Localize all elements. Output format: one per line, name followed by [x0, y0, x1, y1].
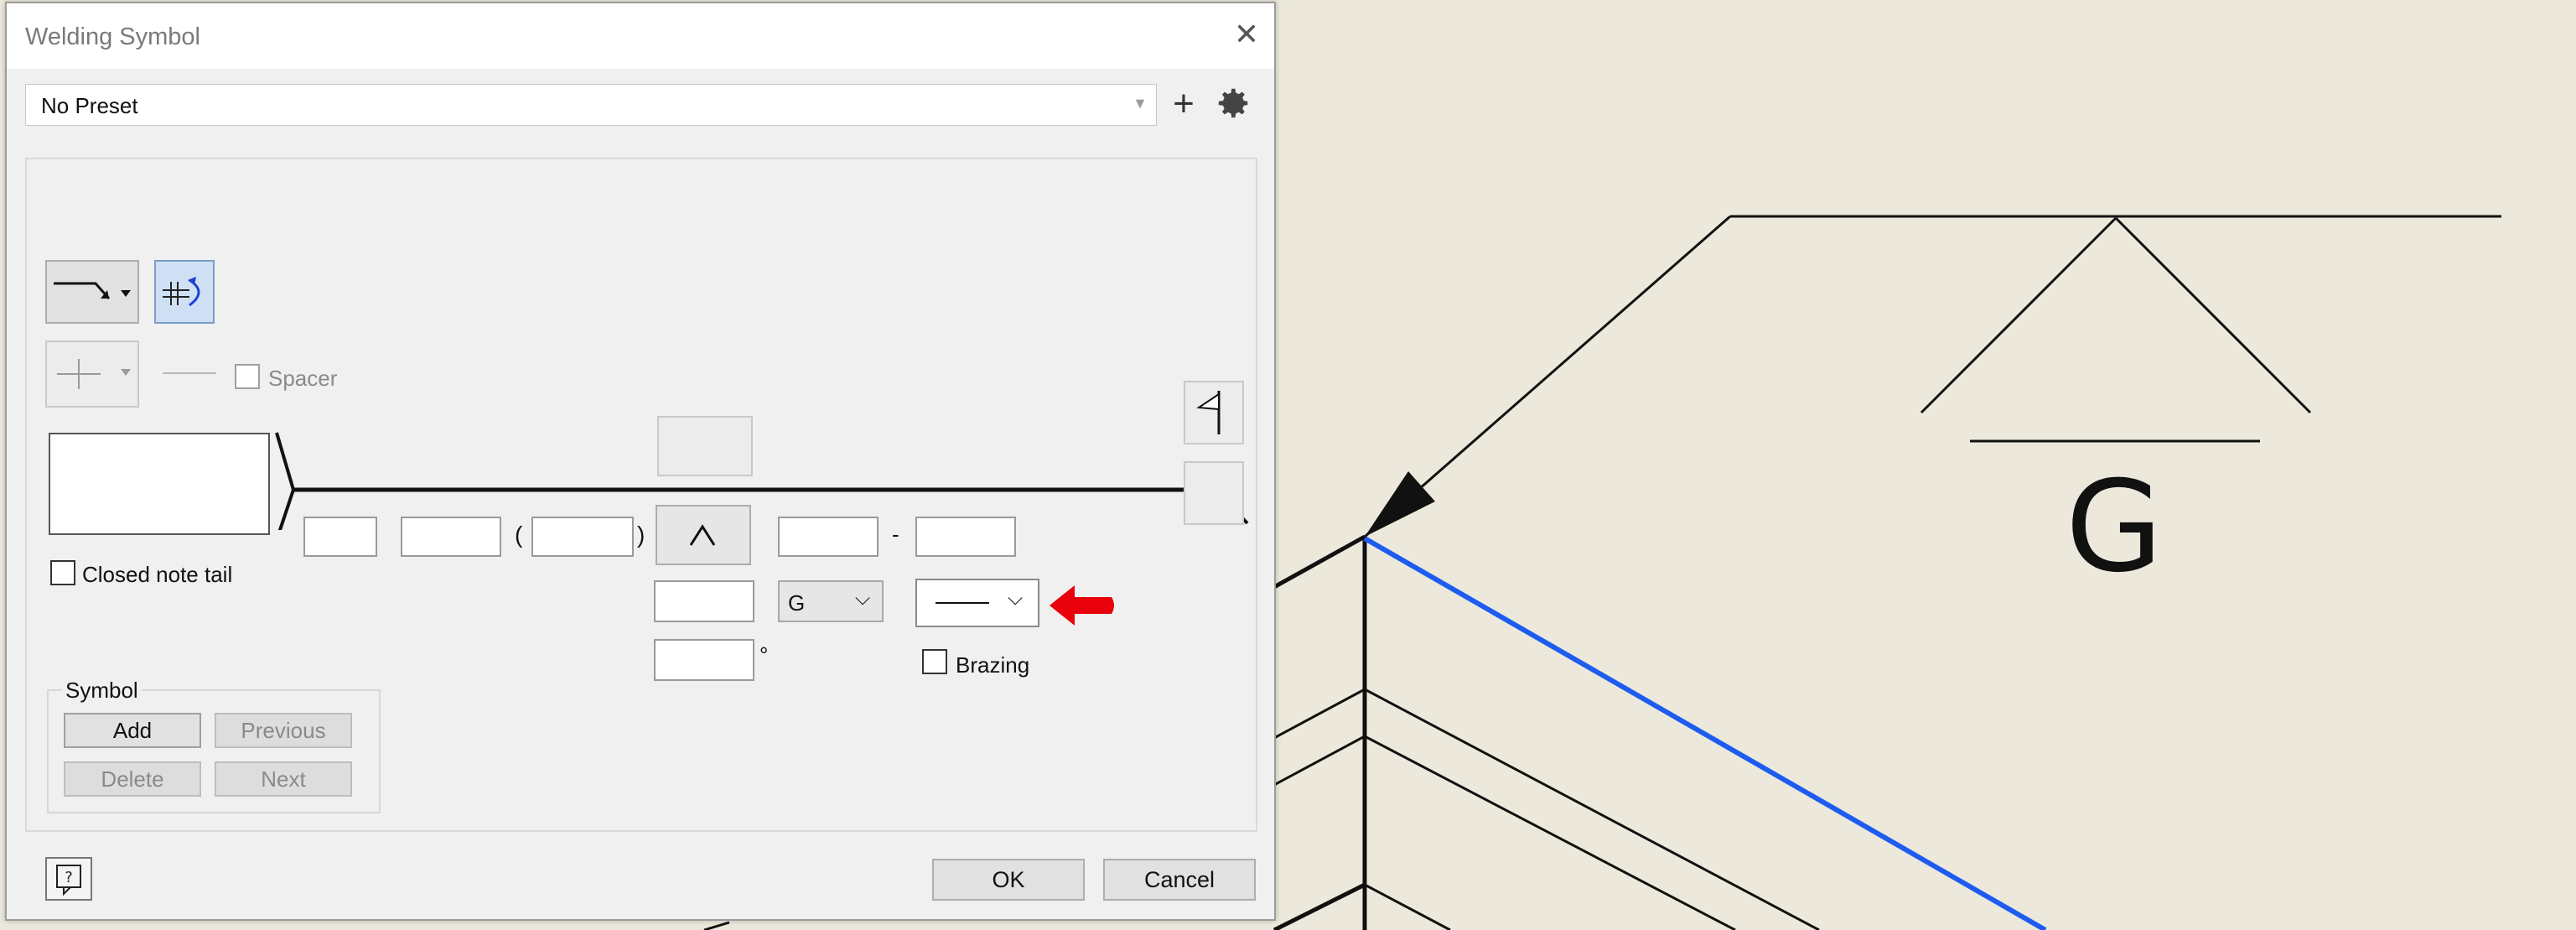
size-field[interactable] — [401, 517, 501, 557]
help-icon: ? — [56, 865, 81, 896]
contour-symbol-combo[interactable]: ⌵ — [915, 579, 1039, 627]
chevron-down-icon: ▼ — [1133, 95, 1148, 112]
next-button[interactable]: Next — [215, 761, 352, 797]
paren-open: ( — [515, 522, 523, 548]
other-side-symbol-slot[interactable] — [657, 416, 753, 476]
flag-icon — [1196, 391, 1221, 434]
note-textbox[interactable] — [49, 433, 270, 535]
length-pitch-dash: - — [892, 522, 899, 547]
weld-symbol-button[interactable] — [656, 505, 751, 565]
cancel-button[interactable]: Cancel — [1103, 859, 1256, 901]
fillet-groove-icon — [689, 524, 716, 546]
previous-button[interactable]: Previous — [215, 713, 352, 748]
pitch-field[interactable] — [915, 517, 1016, 557]
add-button[interactable]: Add — [64, 713, 201, 748]
field-weld-icon — [57, 359, 131, 389]
svg-text:?: ? — [65, 869, 73, 886]
brazing-checkbox[interactable] — [922, 649, 947, 674]
contour-flat-icon — [936, 602, 989, 604]
welding-symbol-dialog: Welding Symbol ✕ No Preset ▼ + Spacer (… — [5, 2, 1276, 921]
closed-note-tail-checkbox[interactable] — [50, 560, 75, 585]
effective-throat-field[interactable] — [531, 517, 634, 557]
contour-value: G — [788, 590, 806, 616]
length-field[interactable] — [778, 517, 879, 557]
preset-dropdown[interactable]: No Preset ▼ — [25, 84, 1157, 126]
prefix-field[interactable] — [303, 517, 377, 557]
red-arrow-annotation — [1050, 585, 1114, 626]
preset-value: No Preset — [41, 93, 138, 118]
symbol-group-label: Symbol — [62, 678, 142, 704]
help-button[interactable]: ? — [45, 857, 92, 901]
close-icon[interactable]: ✕ — [1226, 13, 1267, 55]
leader-icon — [54, 282, 131, 299]
leader-style-button[interactable] — [45, 260, 139, 324]
spacer-label: Spacer — [268, 366, 338, 391]
title-bar: Welding Symbol ✕ — [7, 3, 1274, 69]
swap-side-icon — [163, 277, 200, 307]
angle-field[interactable] — [654, 639, 754, 681]
swap-arrow-other-button[interactable] — [154, 260, 215, 324]
weld-contour-letter: G — [2065, 455, 2163, 600]
gear-icon[interactable] — [1214, 84, 1252, 122]
brazing-label: Brazing — [956, 652, 1030, 678]
delete-button[interactable]: Delete — [64, 761, 201, 797]
degree-symbol: ° — [759, 642, 769, 668]
all-around-button[interactable] — [1184, 381, 1244, 444]
field-weld-button[interactable] — [45, 340, 139, 408]
chevron-down-icon: ⌵ — [855, 587, 871, 610]
spacer-line — [163, 372, 216, 374]
spacer-checkbox[interactable] — [235, 364, 260, 389]
finish-contour-combo[interactable]: G ⌵ — [778, 580, 884, 622]
add-preset-icon[interactable]: + — [1167, 81, 1200, 127]
dialog-title: Welding Symbol — [25, 23, 201, 50]
ok-button[interactable]: OK — [932, 859, 1085, 901]
chevron-down-icon: ⌵ — [1008, 587, 1024, 610]
depth-field[interactable] — [654, 580, 754, 622]
reference-line — [275, 432, 1249, 530]
tail-button[interactable] — [1184, 461, 1244, 525]
paren-close: ) — [637, 522, 645, 548]
closed-note-tail-label: Closed note tail — [82, 562, 233, 587]
